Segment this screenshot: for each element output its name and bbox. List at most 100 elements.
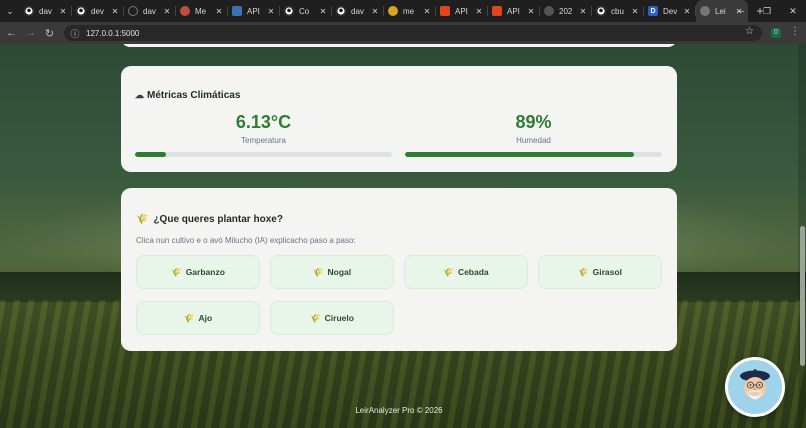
humidity-bar [405,152,662,157]
github-icon [24,6,34,16]
browser-tab[interactable]: dev ✕ [72,0,124,22]
wheat-icon: 🌾 [310,312,321,323]
close-icon[interactable]: ✕ [214,7,224,16]
planting-title-text: ¿Que queres plantar hoxe? [153,214,283,225]
wheat-icon: 🌾 [443,266,454,277]
close-icon[interactable]: ✕ [578,7,588,16]
ai-assistant-avatar[interactable] [725,357,785,417]
crop-button-nogal[interactable]: 🌾 Nogal [270,255,394,289]
page-scrollbar[interactable] [798,44,806,428]
browser-tab[interactable]: dav ✕ [332,0,384,22]
close-icon[interactable]: ✕ [58,7,68,16]
footer-text: LeirAnalyzer Pro © 2026 [355,406,443,415]
close-icon[interactable]: ✕ [266,7,276,16]
browser-tab[interactable]: D Dev ✕ [644,0,696,22]
planting-subtitle: Clica nun cultivo e o avó Milucho (IA) e… [136,236,356,245]
browser-tab[interactable]: me ✕ [384,0,436,22]
forward-icon[interactable]: → [21,27,40,39]
app-icon [180,6,190,16]
tab-label: Dev [663,6,677,16]
crop-label: Cebada [457,267,489,277]
grandpa-avatar-icon [728,360,782,414]
tab-label: Lei [715,6,726,16]
tab-label: API [507,6,520,16]
tab-label: API [455,6,468,16]
crop-button-garbanzo[interactable]: 🌾 Garbanzo [136,255,260,289]
extension-icon[interactable]: 0 [771,28,781,38]
wheat-icon: 🌾 [578,266,589,277]
tab-label: me [403,6,415,16]
brave-icon [492,6,502,16]
tab-search-icon[interactable]: ⌄ [0,0,20,22]
close-icon[interactable]: ✕ [474,7,484,16]
close-window-icon[interactable]: ✕ [780,6,806,17]
metrics-title-text: Métricas Climáticas [147,90,241,101]
planting-card: 🌾 ¿Que queres plantar hoxe? Clica nun cu… [121,188,677,351]
close-icon[interactable]: ✕ [526,7,536,16]
browser-tab[interactable]: Co ✕ [280,0,332,22]
browser-toolbar: ← → ↻ ⓘ 127.0.0.1:5000 ☆ [0,22,806,44]
temperature-label: Temperatura [241,136,286,145]
tab-strip: ⌄ dav ✕ dev ✕ dav ✕ Me ✕ API ✕ Co ✕ dav … [0,0,806,22]
crop-button-cebada[interactable]: 🌾 Cebada [404,255,528,289]
tab-label: 202 [559,6,573,16]
tab-label: dev [91,6,104,16]
loading-icon [128,6,138,16]
browser-tab[interactable]: 202 ✕ [540,0,592,22]
close-icon[interactable]: ✕ [682,7,692,16]
tab-label: dav [143,6,156,16]
temperature-bar [135,152,392,157]
github-icon [596,6,606,16]
browser-tab[interactable]: API ✕ [228,0,280,22]
crop-label: Nogal [327,267,352,277]
crop-button-ajo[interactable]: 🌾 Ajo [136,301,260,335]
browser-tab[interactable]: API ✕ [436,0,488,22]
d-icon: D [648,6,658,16]
minimize-icon[interactable]: ─ [728,6,754,16]
close-icon[interactable]: ✕ [162,7,172,16]
url-text: 127.0.0.1:5000 [86,28,140,38]
humidity-metric: 89% Humedad [405,112,662,145]
scrollbar-thumb[interactable] [800,226,805,366]
browser-tab[interactable]: dav ✕ [124,0,176,22]
github-icon [284,6,294,16]
crop-button-ciruelo[interactable]: 🌾 Ciruelo [270,301,394,335]
crop-label: Ajo [198,313,213,323]
close-icon[interactable]: ✕ [630,7,640,16]
menu-icon[interactable]: ⋮ [790,26,800,37]
close-icon[interactable]: ✕ [110,7,120,16]
tab-label: dav [39,6,52,16]
emoji-icon [388,6,398,16]
temperature-metric: 6.13°C Temperatura [135,112,392,145]
cloud-icon: ☁ [135,90,144,100]
wheat-icon: 🌾 [312,266,324,277]
back-icon[interactable]: ← [2,27,21,39]
metrics-title: ☁ Métricas Climáticas [135,90,240,101]
humidity-value: 89% [515,112,552,132]
tab-label: cbu [611,6,624,16]
wheat-icon: 🌾 [171,266,182,277]
crop-button-girasol[interactable]: 🌾 Girasol [538,255,662,289]
tab-label: dav [351,6,364,16]
github-icon [76,6,86,16]
bookmark-star-icon[interactable]: ☆ [745,26,754,37]
restore-icon[interactable]: ❐ [754,6,780,17]
browser-tab[interactable]: dav ✕ [20,0,72,22]
address-bar[interactable]: ⓘ 127.0.0.1:5000 ☆ [64,25,762,41]
close-icon[interactable]: ✕ [370,7,380,16]
wheat-icon: 🌾 [183,312,195,323]
browser-tab[interactable]: Me ✕ [176,0,228,22]
globe-icon [544,6,554,16]
previous-card [121,44,677,47]
browser-tab[interactable]: API ✕ [488,0,540,22]
crop-label: Girasol [592,267,622,277]
wheat-icon: 🌾 [136,214,149,225]
brave-icon [440,6,450,16]
humidity-bar-fill [405,152,634,157]
close-icon[interactable]: ✕ [422,7,432,16]
reload-icon[interactable]: ↻ [40,27,59,40]
close-icon[interactable]: ✕ [318,7,328,16]
crop-label: Garbanzo [185,267,225,277]
site-info-icon[interactable]: ⓘ [68,27,82,40]
browser-tab[interactable]: cbu ✕ [592,0,644,22]
